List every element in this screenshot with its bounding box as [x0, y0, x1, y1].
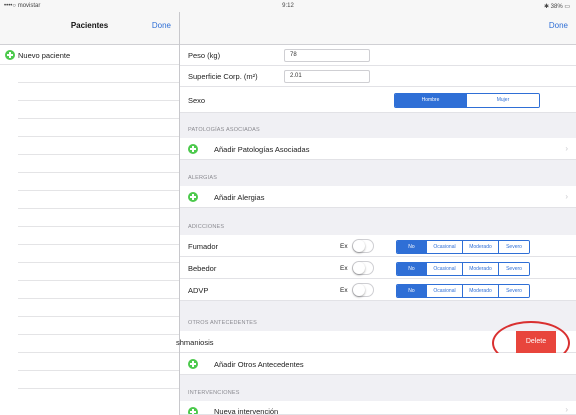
superficie-field[interactable]: 2.01 [284, 70, 370, 83]
master-done-button[interactable]: Done [152, 21, 171, 30]
empty-row [18, 137, 179, 155]
sexo-row: Sexo Hombre Mujer [180, 87, 576, 113]
master-navbar: Pacientes Done [0, 12, 179, 45]
option-ocasional[interactable]: Ocasional [427, 263, 463, 275]
chevron-right-icon: › [565, 192, 568, 201]
empty-row [18, 335, 179, 353]
ex-toggle[interactable] [352, 283, 374, 297]
detail-pane: Done Peso (kg) 78 Superficie Corp. (m²) … [176, 12, 576, 415]
adiccion-label: ADVP [188, 286, 209, 295]
adiccion-segmented-control[interactable]: No Ocasional Moderado Severo [396, 284, 530, 298]
option-severo[interactable]: Severo [499, 285, 529, 297]
ex-label: Ex [340, 265, 348, 272]
adiccion-row-bebedor: Bebedor Ex No Ocasional Moderado Severo [180, 257, 576, 279]
option-ocasional[interactable]: Ocasional [427, 241, 463, 253]
detail-done-button[interactable]: Done [549, 21, 568, 30]
empty-row [18, 317, 179, 335]
detail-navbar: Done [180, 12, 576, 45]
adiccion-segmented-control[interactable]: No Ocasional Moderado Severo [396, 240, 530, 254]
chevron-right-icon: › [565, 405, 568, 414]
section-alergias: ALERGIAS [188, 175, 218, 181]
add-icon[interactable] [5, 50, 15, 60]
chevron-right-icon: › [565, 144, 568, 153]
option-moderado[interactable]: Moderado [463, 263, 499, 275]
adiccion-row-fumador: Fumador Ex No Ocasional Moderado Severo [180, 235, 576, 257]
add-icon[interactable] [188, 192, 198, 202]
adiccion-label: Bebedor [188, 264, 217, 273]
add-icon[interactable] [188, 359, 198, 369]
peso-field[interactable]: 78 [284, 49, 370, 62]
battery-icon: ▭ [564, 4, 570, 10]
add-alergias-row[interactable]: Añadir Alergias › [180, 186, 576, 208]
add-otros-row[interactable]: Añadir Otros Antecedentes [180, 353, 576, 375]
option-no[interactable]: No [397, 285, 427, 297]
master-pane: Pacientes Done Nuevo paciente [0, 12, 180, 415]
sexo-segmented-control[interactable]: Hombre Mujer [394, 93, 540, 108]
sexo-option-hombre[interactable]: Hombre [395, 94, 467, 107]
empty-row [18, 155, 179, 173]
empty-row [18, 245, 179, 263]
adiccion-label: Fumador [188, 242, 219, 251]
peso-label: Peso (kg) [188, 51, 221, 60]
add-patologias-row[interactable]: Añadir Patologías Asociadas › [180, 138, 576, 160]
sexo-option-mujer[interactable]: Mujer [467, 94, 539, 107]
empty-row [18, 101, 179, 119]
superficie-label: Superficie Corp. (m²) [188, 72, 258, 81]
empty-row [18, 299, 179, 317]
adiccion-row-advp: ADVP Ex No Ocasional Moderado Severo [180, 279, 576, 301]
adiccion-segmented-control[interactable]: No Ocasional Moderado Severo [396, 262, 530, 276]
empty-row [18, 209, 179, 227]
bluetooth-icon: ✱ [543, 4, 549, 10]
status-bar: ••••○ movistar 9:12 ✱ 38% ▭ [0, 0, 576, 12]
superficie-row: Superficie Corp. (m²) 2.01 [180, 66, 576, 87]
nueva-intervencion-label: Nueva intervención [214, 407, 279, 415]
add-icon[interactable] [188, 407, 198, 414]
sexo-label: Sexo [188, 96, 206, 105]
option-moderado[interactable]: Moderado [463, 241, 499, 253]
otros-item-label: shmaniosis [176, 338, 214, 347]
empty-row [18, 371, 179, 389]
empty-row [18, 65, 179, 83]
empty-row [18, 227, 179, 245]
nueva-intervencion-row[interactable]: Nueva intervención › [180, 401, 576, 415]
new-patient-label: Nuevo paciente [18, 51, 71, 60]
option-ocasional[interactable]: Ocasional [427, 285, 463, 297]
ex-toggle[interactable] [352, 261, 374, 275]
empty-row [18, 191, 179, 209]
add-icon[interactable] [188, 144, 198, 154]
add-patologias-label: Añadir Patologías Asociadas [214, 145, 310, 154]
ex-toggle[interactable] [352, 239, 374, 253]
section-patologias: PATOLOGÍAS ASOCIADAS [188, 127, 260, 133]
empty-row [18, 173, 179, 191]
empty-row [18, 281, 179, 299]
empty-row [18, 119, 179, 137]
peso-row: Peso (kg) 78 [180, 45, 576, 66]
new-patient-row[interactable]: Nuevo paciente [0, 45, 179, 65]
option-moderado[interactable]: Moderado [463, 285, 499, 297]
ex-label: Ex [340, 287, 348, 294]
battery-level: 38% [550, 4, 563, 10]
empty-row [18, 353, 179, 371]
empty-row [18, 83, 179, 101]
clock: 9:12 [282, 3, 294, 9]
ex-label: Ex [340, 243, 348, 250]
add-alergias-label: Añadir Alergias [214, 193, 265, 202]
section-adicciones: ADICCIONES [188, 224, 225, 230]
section-otros: OTROS ANTECEDENTES [188, 320, 257, 326]
empty-row [18, 263, 179, 281]
add-otros-label: Añadir Otros Antecedentes [214, 360, 304, 369]
section-intervenciones: INTERVENCIONES [188, 390, 240, 396]
option-severo[interactable]: Severo [499, 263, 529, 275]
battery-indicator: ✱ 38% ▭ [544, 3, 570, 10]
option-no[interactable]: No [397, 241, 427, 253]
option-no[interactable]: No [397, 263, 427, 275]
option-severo[interactable]: Severo [499, 241, 529, 253]
